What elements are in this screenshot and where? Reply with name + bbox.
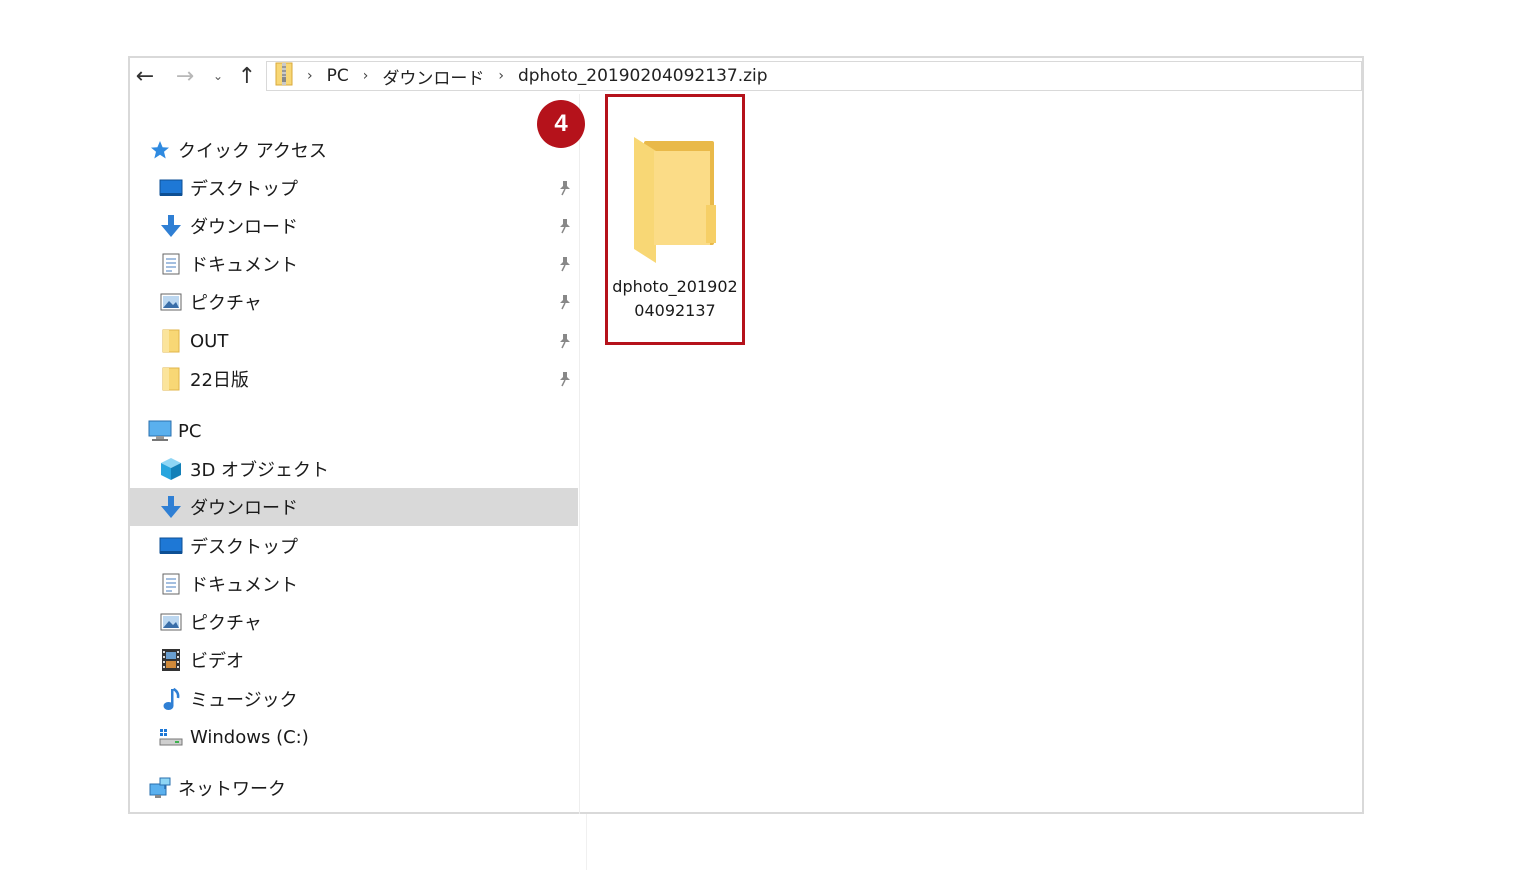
sidebar-item-pictures[interactable]: ピクチャ <box>130 283 578 321</box>
sidebar-item-network[interactable]: ネットワーク <box>130 769 578 807</box>
chevron-right-icon: › <box>498 68 504 84</box>
step-badge: 4 <box>537 100 585 148</box>
pin-icon[interactable] <box>558 216 572 236</box>
forward-button[interactable]: → <box>172 62 198 90</box>
file-explorer-window: ← → ⌄ ↑ › PC › ダウンロード › dphoto_201902040… <box>128 56 1364 814</box>
up-button[interactable]: ↑ <box>234 62 260 90</box>
sidebar-item-pc[interactable]: PC <box>130 412 578 450</box>
folder-icon <box>159 367 183 391</box>
sidebar-item-documents[interactable]: ドキュメント <box>130 245 578 283</box>
picture-icon <box>159 290 183 314</box>
3d-objects-icon <box>159 457 183 481</box>
file-list: dphoto_20190204092137 <box>580 94 1362 814</box>
music-icon <box>159 687 183 711</box>
sidebar-item-quick-access[interactable]: クイック アクセス <box>130 131 578 169</box>
sidebar-item-label: 3D オブジェクト <box>190 460 330 481</box>
sidebar-item-label: ビデオ <box>190 651 244 672</box>
computer-icon <box>148 419 172 443</box>
sidebar-item-desktop-pc[interactable]: デスクトップ <box>130 527 578 565</box>
divider <box>586 814 587 870</box>
sidebar-item-label: ミュージック <box>190 690 298 711</box>
sidebar-item-label: ピクチャ <box>190 293 262 314</box>
chevron-down-icon: ⌄ <box>212 69 224 83</box>
sidebar-item-desktop[interactable]: デスクトップ <box>130 169 578 207</box>
arrow-up-icon: ↑ <box>237 63 257 89</box>
breadcrumb-download[interactable]: ダウンロード <box>382 64 484 89</box>
pin-icon[interactable] <box>558 292 572 312</box>
sidebar-item-music[interactable]: ミュージック <box>130 680 578 718</box>
sidebar-item-label: ダウンロード <box>190 217 298 238</box>
address-bar[interactable]: › PC › ダウンロード › dphoto_20190204092137.zi… <box>266 61 1362 91</box>
picture-icon <box>159 610 183 634</box>
network-icon <box>148 776 172 800</box>
download-icon <box>159 214 183 238</box>
desktop-icon <box>159 176 183 200</box>
sidebar-item-label: デスクトップ <box>190 179 298 200</box>
arrow-left-icon: ← <box>135 63 155 89</box>
sidebar-item-label: 22日版 <box>190 370 249 391</box>
pin-icon[interactable] <box>558 178 572 198</box>
download-icon <box>159 495 183 519</box>
document-icon <box>159 252 183 276</box>
sidebar-item-label: ドキュメント <box>190 575 298 596</box>
video-icon <box>159 648 183 672</box>
folder-name: dphoto_20190204092137 <box>612 277 738 320</box>
sidebar-item-video[interactable]: ビデオ <box>130 641 578 679</box>
sidebar-item-label: ピクチャ <box>190 613 262 634</box>
chevron-right-icon: › <box>307 68 313 84</box>
drive-icon <box>159 725 183 749</box>
sidebar-item-download-selected[interactable]: ダウンロード <box>130 488 578 526</box>
sidebar-item-documents-pc[interactable]: ドキュメント <box>130 565 578 603</box>
sidebar-item-label: ダウンロード <box>190 498 298 519</box>
folder-icon <box>630 133 716 267</box>
folder-item[interactable]: dphoto_20190204092137 <box>605 94 745 345</box>
breadcrumb-pc[interactable]: PC <box>327 66 349 86</box>
sidebar-item-label: ドキュメント <box>190 255 298 276</box>
sidebar-item-label: クイック アクセス <box>178 141 327 162</box>
pin-icon[interactable] <box>558 369 572 389</box>
pin-icon[interactable] <box>558 254 572 274</box>
arrow-right-icon: → <box>175 63 195 89</box>
zip-folder-icon <box>275 62 293 91</box>
sidebar-item-label: ネットワーク <box>178 779 286 800</box>
recent-locations-button[interactable]: ⌄ <box>210 62 226 90</box>
sidebar-item-windows-c[interactable]: Windows (C:) <box>130 718 578 756</box>
sidebar-item-download[interactable]: ダウンロード <box>130 207 578 245</box>
back-button[interactable]: ← <box>132 62 158 90</box>
sidebar-item-label: デスクトップ <box>190 537 298 558</box>
sidebar-item-out[interactable]: OUT <box>130 322 578 360</box>
star-icon <box>148 138 172 162</box>
breadcrumb-zip[interactable]: dphoto_20190204092137.zip <box>518 66 768 86</box>
navigation-pane: クイック アクセス デスクトップ ダウンロード ドキュメント ピクチャ OUT … <box>130 94 578 814</box>
desktop-icon <box>159 534 183 558</box>
document-icon <box>159 572 183 596</box>
sidebar-item-label: PC <box>178 420 202 442</box>
sidebar-item-22-edition[interactable]: 22日版 <box>130 360 578 398</box>
chevron-right-icon: › <box>362 68 369 84</box>
pin-icon[interactable] <box>558 331 572 351</box>
sidebar-item-label: OUT <box>190 330 229 352</box>
sidebar-item-pictures-pc[interactable]: ピクチャ <box>130 603 578 641</box>
navigation-bar: ← → ⌄ ↑ › PC › ダウンロード › dphoto_201902040… <box>130 58 1362 94</box>
sidebar-item-label: Windows (C:) <box>190 726 309 748</box>
folder-icon <box>159 329 183 353</box>
sidebar-item-3d-objects[interactable]: 3D オブジェクト <box>130 450 578 488</box>
